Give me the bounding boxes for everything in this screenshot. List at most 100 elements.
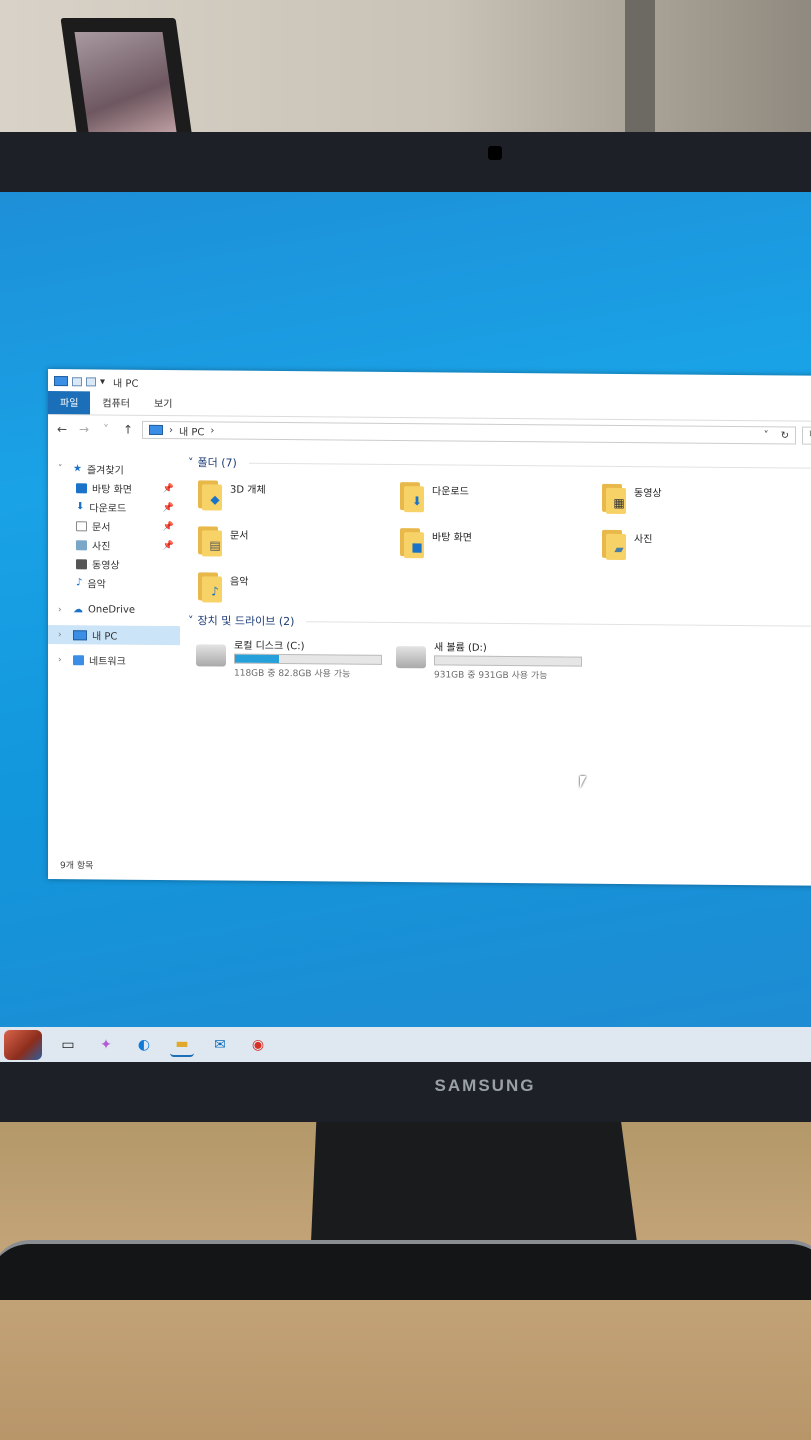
search-input[interactable]: 내 PC [802,426,811,445]
tab-computer[interactable]: 컴퓨터 [90,391,142,414]
folder-documents[interactable]: ▤ 문서 [196,522,398,562]
chevron-right-icon[interactable]: › [58,605,68,615]
monitor-base [0,1240,811,1300]
drive-free-space: 118GB 중 82.8GB 사용 가능 [234,668,351,680]
properties-icon[interactable] [72,376,82,386]
this-pc-icon [54,376,68,387]
drive-name: 로컬 디스크 (C:) [234,640,305,653]
nav-videos[interactable]: 동영상 [48,554,180,574]
folder-label: 문서 [230,530,249,542]
navigation-pane: ˅ ★ 즐겨찾기 바탕 화면 📌 ⬇ 다운로드 📌 문서 📌 사진 📌 동영상 … [48,445,180,880]
drive-name: 새 볼륨 (D:) [434,642,487,654]
this-pc-icon [149,424,163,436]
folder-pictures[interactable]: ▰ 사진 [600,526,802,566]
file-explorer-icon[interactable]: ▬ [170,1033,194,1057]
network-icon [73,654,84,665]
chevron-down-icon[interactable]: ˅ [188,614,194,627]
copilot-icon[interactable]: ✦ [94,1033,118,1057]
chevron-right-icon[interactable]: › [58,655,68,665]
refresh-icon[interactable]: ↻ [775,430,795,441]
breadcrumb[interactable]: 내 PC [179,423,204,438]
divider [248,462,811,469]
folder-desktop[interactable]: ■ 바탕 화면 [398,524,600,564]
folder-grid: ◆ 3D 개체 ⬇ 다운로드 ▦ 동영상 ▤ 문서 ■ 바탕 화면 ▰ 사진 ♪… [188,470,811,618]
folder-downloads[interactable]: ⬇ 다운로드 [398,478,600,518]
pictures-folder-icon: ▰ [600,526,626,561]
drive-free-space: 931GB 중 931GB 사용 가능 [434,670,548,682]
drive-usage-bar [234,653,382,665]
drive-usage-bar [434,655,582,667]
nav-label: 즐겨찾기 [86,465,124,477]
pin-icon: 📌 [162,540,174,551]
folder-music[interactable]: ♪ 음악 [196,568,398,608]
drive-c[interactable]: 로컬 디스크 (C:) 118GB 중 82.8GB 사용 가능 [196,636,382,680]
chevron-right-icon[interactable]: › [58,630,68,640]
tab-view[interactable]: 보기 [142,392,184,415]
desktop-folder-icon: ■ [398,524,424,559]
folder-label: 사진 [634,534,653,546]
download-icon: ⬇ [76,501,85,513]
tab-file[interactable]: 파일 [48,391,91,415]
nav-label: 동영상 [92,560,120,572]
music-folder-icon: ♪ [196,568,222,603]
qa-dropdown-icon[interactable]: ▾ [100,376,105,387]
chevron-down-icon[interactable]: ˅ [188,456,194,469]
task-view-icon[interactable]: ▭ [56,1033,80,1057]
nav-pictures[interactable]: 사진 📌 [48,535,180,555]
chevron-right-icon[interactable]: › [210,425,214,436]
divider [306,620,811,627]
folder-label: 3D 개체 [230,484,266,496]
drive-usage-fill [235,654,279,664]
nav-network[interactable]: › 네트워크 [48,650,180,670]
start-icon[interactable] [4,1029,42,1060]
desktop-screen: ▾ 내 PC 파일 컴퓨터 보기 ← → ˅ ↑ › 내 PC › ˅ ↻ 내 … [0,192,811,1062]
address-bar[interactable]: › 내 PC › ˅ ↻ [142,420,796,445]
folder-label: 다운로드 [432,486,469,498]
documents-folder-icon: ▤ [196,522,222,557]
nav-quick-access[interactable]: ˅ ★ 즐겨찾기 [48,459,180,479]
new-folder-icon[interactable] [86,376,96,386]
nav-documents[interactable]: 문서 📌 [48,516,180,536]
drive-list: 로컬 디스크 (C:) 118GB 중 82.8GB 사용 가능 새 볼륨 (D… [188,628,811,684]
file-explorer-window: ▾ 내 PC 파일 컴퓨터 보기 ← → ˅ ↑ › 내 PC › ˅ ↻ 내 … [48,369,811,886]
nav-label: 다운로드 [89,503,127,515]
hard-drive-icon [396,646,426,669]
door-frame [625,0,655,150]
nav-downloads[interactable]: ⬇ 다운로드 📌 [48,497,180,517]
nav-onedrive[interactable]: › ☁ OneDrive [48,600,180,620]
nav-label: OneDrive [88,604,136,616]
nav-label: 사진 [92,541,111,553]
chrome-icon[interactable]: ◉ [246,1033,270,1057]
nav-label: 문서 [92,522,111,534]
pictures-icon [76,539,87,550]
webcam [488,146,502,160]
folder-label: 동영상 [634,488,662,500]
nav-this-pc[interactable]: › 내 PC [48,625,180,646]
downloads-folder-icon: ⬇ [398,478,424,513]
up-arrow-icon[interactable]: ↑ [120,423,136,437]
chevron-down-icon[interactable]: ˅ [58,464,68,474]
group-title: 장치 및 드라이브 (2) [197,614,295,629]
this-pc-icon [73,629,87,640]
status-bar: 9개 항목 [60,861,94,872]
nav-desktop[interactable]: 바탕 화면 📌 [48,478,180,498]
drive-d[interactable]: 새 볼륨 (D:) 931GB 중 931GB 사용 가능 [396,638,582,682]
back-arrow-icon[interactable]: ← [54,422,70,436]
music-icon: ♪ [76,577,83,589]
folder-3d-objects[interactable]: ◆ 3D 개체 [196,476,398,516]
folder-label: 바탕 화면 [432,532,472,544]
nav-music[interactable]: ♪ 음악 [48,573,180,593]
outlook-icon[interactable]: ✉ [208,1033,232,1057]
nav-label: 음악 [87,579,106,591]
videos-folder-icon: ▦ [600,480,626,515]
address-row: ← → ˅ ↑ › 내 PC › ˅ ↻ 내 PC [48,415,811,450]
edge-icon[interactable]: ◐ [132,1033,156,1057]
recent-dropdown-icon[interactable]: ˅ [98,422,114,436]
pin-icon: 📌 [162,483,174,494]
folder-videos[interactable]: ▦ 동영상 [600,480,802,520]
forward-arrow-icon[interactable]: → [76,422,92,436]
address-dropdown-icon[interactable]: ˅ [764,430,769,441]
taskbar: ▭ ✦ ◐ ▬ ✉ ◉ [0,1027,811,1062]
cloud-icon: ☁ [73,604,83,616]
pin-icon: 📌 [162,521,174,532]
